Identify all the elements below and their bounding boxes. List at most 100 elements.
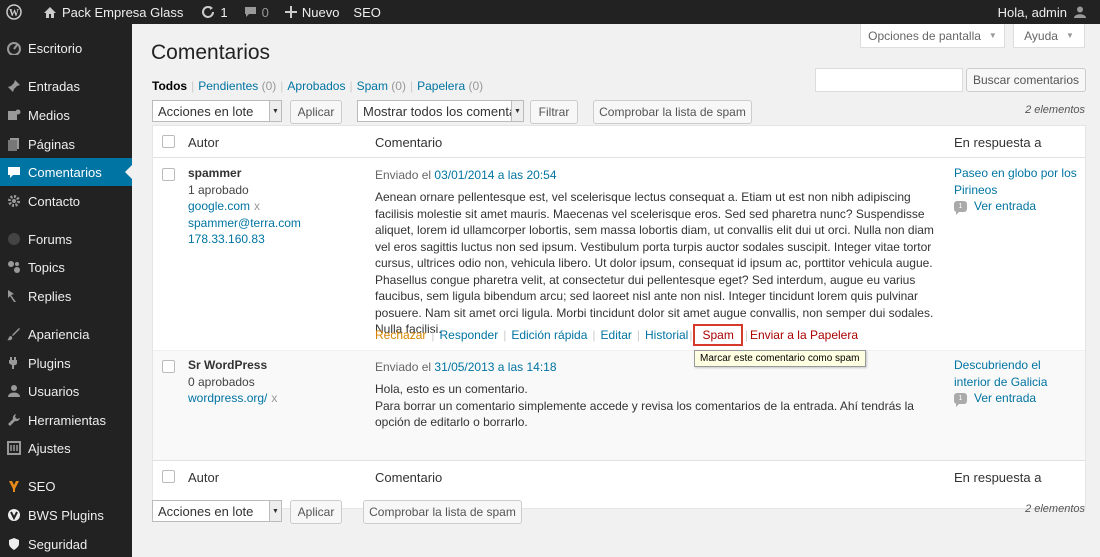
sidebar-item-seo[interactable]: SEO xyxy=(0,472,132,500)
filter-spam[interactable]: Spam xyxy=(357,79,388,93)
submitted-prefix: Enviado el xyxy=(375,360,432,374)
response-to: Descubriendo el interior de Galicia 1 Ver… xyxy=(954,357,1078,407)
sidebar-item-páginas[interactable]: Páginas xyxy=(0,130,132,158)
status-filter-links: Todos | Pendientes (0) | Aprobados | Spam (0) |… xyxy=(152,79,484,93)
wordpress-logo[interactable]: W xyxy=(0,0,37,24)
updates-link[interactable]: 1 xyxy=(189,0,233,24)
sidebar-item-entradas[interactable]: Entradas xyxy=(0,72,132,100)
comment-date-link[interactable]: 31/05/2013 a las 14:18 xyxy=(434,360,556,374)
filter-approved[interactable]: Aprobados xyxy=(287,79,345,93)
sidebar-item-medios[interactable]: Medios xyxy=(0,101,132,129)
help-button[interactable]: Ayuda ▼ xyxy=(1013,24,1085,48)
page-title: Comentarios xyxy=(151,41,271,64)
sidebar-item-forums[interactable]: Forums xyxy=(0,225,132,253)
topics-icon xyxy=(0,260,28,274)
plugin-icon xyxy=(0,356,28,370)
comment-text: Hola, esto es un comentario. Para borrar… xyxy=(375,381,941,431)
sidebar-item-label: Escritorio xyxy=(28,40,83,56)
sidebar-item-label: Forums xyxy=(28,231,73,247)
sidebar-item-escritorio[interactable]: Escritorio xyxy=(0,34,132,62)
check-spam-button-bottom[interactable]: Comprobar la lista de spam xyxy=(363,500,522,524)
sidebar-item-seguridad[interactable]: Seguridad xyxy=(0,530,132,557)
quick-edit-action[interactable]: Edición rápida xyxy=(511,328,587,342)
my-account-link[interactable]: Hola, admin xyxy=(992,0,1100,24)
table-header: Autor Comentario En respuesta a xyxy=(153,126,1085,158)
remove-url-icon[interactable]: x xyxy=(271,391,277,405)
sidebar-item-label: Medios xyxy=(28,107,70,123)
bulk-actions-value: Acciones en lote xyxy=(158,103,254,119)
filter-button[interactable]: Filtrar xyxy=(530,100,578,124)
filter-all[interactable]: Todos xyxy=(152,79,187,93)
column-author[interactable]: Autor xyxy=(188,470,219,485)
author-url-link[interactable]: wordpress.org/ xyxy=(188,391,267,405)
view-post-link[interactable]: Ver entrada xyxy=(974,198,1036,215)
trash-action[interactable]: Enviar a la Papelera xyxy=(750,328,858,342)
table-row: Sr WordPress 0 aprobados wordpress.org/x… xyxy=(153,350,1085,460)
column-author[interactable]: Autor xyxy=(188,135,219,150)
comment-date-link[interactable]: 03/01/2014 a las 20:54 xyxy=(434,168,556,182)
reply-action[interactable]: Responder xyxy=(439,328,498,342)
greeting: Hola, admin xyxy=(997,4,1067,20)
row-checkbox[interactable] xyxy=(162,168,175,181)
column-response[interactable]: En respuesta a xyxy=(954,135,1041,150)
row-checkbox[interactable] xyxy=(162,360,175,373)
sidebar-item-replies[interactable]: Replies xyxy=(0,282,132,310)
history-action[interactable]: Historial xyxy=(645,328,688,342)
sidebar-item-plugins[interactable]: Plugins xyxy=(0,349,132,377)
comment-type-select[interactable]: Mostrar todos los comenta ▼ xyxy=(357,100,524,122)
column-response[interactable]: En respuesta a xyxy=(954,470,1041,485)
sidebar-item-label: Usuarios xyxy=(28,383,80,399)
check-spam-button[interactable]: Comprobar la lista de spam xyxy=(593,100,752,124)
view-post-link[interactable]: Ver entrada xyxy=(974,390,1036,407)
main-content: Opciones de pantalla ▼ Ayuda ▼ Comentarios… xyxy=(132,24,1100,557)
author-email-link[interactable]: spammer@terra.com xyxy=(188,216,301,230)
bulk-actions-select[interactable]: Acciones en lote ▼ xyxy=(152,100,282,122)
sidebar-item-contacto[interactable]: Contacto xyxy=(0,187,132,215)
remove-url-icon[interactable]: x xyxy=(254,199,260,213)
seo-icon xyxy=(0,479,28,493)
author-url-link[interactable]: google.com xyxy=(188,199,250,213)
comment-text: Aenean ornare pellentesque est, vel scel… xyxy=(375,190,934,336)
gear-icon xyxy=(0,194,28,208)
sidebar-item-apariencia[interactable]: Apariencia xyxy=(0,320,132,348)
apply-button-bottom[interactable]: Aplicar xyxy=(290,500,342,524)
comment-text-line: Para borrar un comentario simplemente ac… xyxy=(375,398,914,430)
home-icon xyxy=(44,6,56,18)
author-ip-link[interactable]: 178.33.160.83 xyxy=(188,232,265,246)
sidebar-item-ajustes[interactable]: Ajustes xyxy=(0,434,132,462)
help-label: Ayuda xyxy=(1024,28,1058,43)
comment-count-icon[interactable]: 1 xyxy=(954,200,967,215)
filter-pending[interactable]: Pendientes xyxy=(198,79,258,93)
spam-action[interactable]: Spam xyxy=(693,324,743,346)
refresh-icon xyxy=(202,6,215,18)
select-arrow-icon: ▼ xyxy=(511,101,523,121)
bulk-actions-select-bottom[interactable]: Acciones en lote ▼ xyxy=(152,500,282,522)
sidebar-item-topics[interactable]: Topics xyxy=(0,253,132,281)
comments-link[interactable]: 0 xyxy=(234,0,275,24)
filter-trash[interactable]: Papelera xyxy=(417,79,465,93)
sidebar-item-usuarios[interactable]: Usuarios xyxy=(0,377,132,405)
site-name-link[interactable]: Pack Empresa Glass xyxy=(37,0,189,24)
search-button[interactable]: Buscar comentarios xyxy=(966,68,1086,92)
sidebar-item-bws-plugins[interactable]: BWS Plugins xyxy=(0,501,132,529)
new-content-link[interactable]: Nuevo xyxy=(275,0,346,24)
select-all-checkbox[interactable] xyxy=(162,470,175,483)
comment-author: Sr WordPress 0 aprobados wordpress.org/x xyxy=(188,357,277,407)
sidebar-item-herramientas[interactable]: Herramientas xyxy=(0,406,132,434)
sidebar-item-comentarios[interactable]: Comentarios xyxy=(0,158,132,186)
screen-options-button[interactable]: Opciones de pantalla ▼ xyxy=(860,24,1005,48)
select-arrow-icon: ▼ xyxy=(269,501,281,521)
apply-button[interactable]: Aplicar xyxy=(290,100,342,124)
comments-table: Autor Comentario En respuesta a spammer … xyxy=(152,125,1086,509)
reject-action[interactable]: Rechazar xyxy=(375,328,426,342)
response-post-link[interactable]: Paseo en globo por los Pirineos xyxy=(954,166,1077,197)
seo-link[interactable]: SEO xyxy=(345,0,386,24)
comment-count-icon[interactable]: 1 xyxy=(954,392,967,407)
sidebar-item-label: Páginas xyxy=(28,136,75,152)
bulk-actions-value: Acciones en lote xyxy=(158,503,254,519)
edit-action[interactable]: Editar xyxy=(601,328,632,342)
search-input[interactable] xyxy=(815,68,963,92)
response-post-link[interactable]: Descubriendo el interior de Galicia xyxy=(954,358,1047,389)
sidebar-item-label: Plugins xyxy=(28,355,71,371)
select-all-checkbox[interactable] xyxy=(162,135,175,148)
